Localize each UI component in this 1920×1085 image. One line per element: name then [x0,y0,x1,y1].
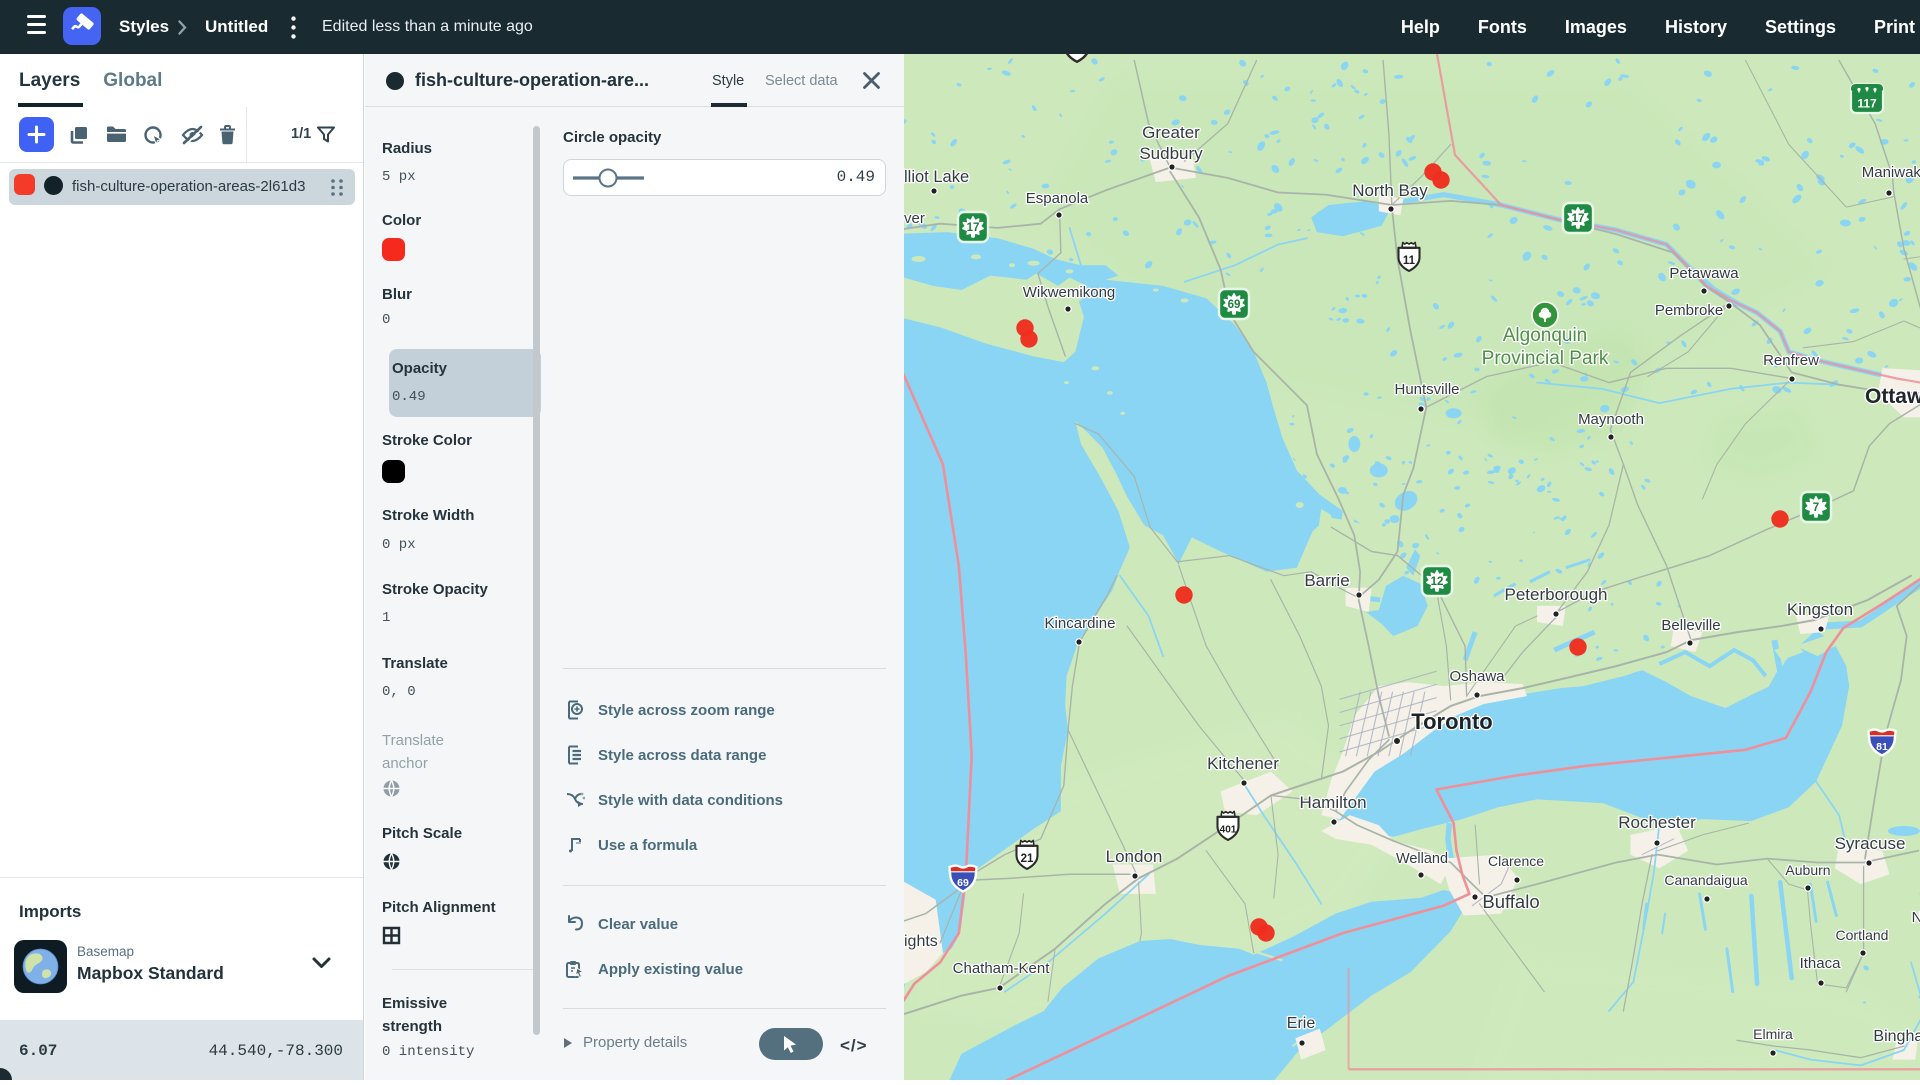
svg-text:Pembroke: Pembroke [1655,302,1723,319]
svg-text:Belleville: Belleville [1661,617,1720,634]
svg-text:7: 7 [1813,502,1819,514]
svg-text:81: 81 [1876,741,1888,753]
svg-text:Maynooth: Maynooth [1578,411,1644,428]
svg-text:Peterborough: Peterborough [1504,585,1607,604]
svg-text:Sudbury: Sudbury [1139,144,1203,163]
svg-text:Rochester: Rochester [1618,813,1696,832]
svg-text:Ithaca: Ithaca [1800,955,1842,972]
svg-text:11: 11 [1403,255,1416,267]
svg-text:Kincardine: Kincardine [1045,615,1116,632]
svg-text:Wikwemikong: Wikwemikong [1023,284,1116,301]
svg-text:17: 17 [1572,213,1585,225]
svg-text:Canandaigua: Canandaigua [1664,872,1748,888]
svg-text:117: 117 [1857,97,1877,111]
svg-text:Bingham: Bingham [1873,1028,1920,1045]
svg-text:Welland: Welland [1396,851,1448,867]
svg-text:Clarence: Clarence [1488,853,1544,869]
svg-text:Algonquin: Algonquin [1503,325,1588,346]
svg-text:ights: ights [904,933,938,950]
svg-text:Ottawa: Ottawa [1865,385,1920,408]
svg-text:Huntsville: Huntsville [1394,381,1459,398]
svg-text:Renfrew: Renfrew [1763,352,1819,369]
svg-text:12: 12 [1431,576,1444,588]
svg-text:Maniwaki: Maniwaki [1862,164,1920,181]
svg-text:Espanola: Espanola [1026,190,1089,207]
svg-text:Oshawa: Oshawa [1449,668,1505,685]
svg-text:N: N [1912,909,1920,926]
svg-text:Petawawa: Petawawa [1669,265,1739,282]
svg-text:Provincial Park: Provincial Park [1482,348,1609,369]
svg-text:Barrie: Barrie [1304,571,1349,590]
svg-text:Erie: Erie [1287,1015,1316,1032]
svg-text:Auburn: Auburn [1785,862,1830,878]
svg-text:Hamilton: Hamilton [1299,793,1366,812]
svg-text:lliot Lake: lliot Lake [904,168,969,186]
svg-text:ver: ver [904,210,925,227]
svg-text:21: 21 [1021,853,1034,865]
svg-text:401: 401 [1220,825,1237,836]
svg-text:Chatham-Kent: Chatham-Kent [953,960,1051,977]
svg-text:Cortland: Cortland [1836,927,1889,943]
svg-text:Elmira: Elmira [1753,1026,1793,1042]
svg-text:69: 69 [1228,299,1241,311]
svg-text:Buffalo: Buffalo [1482,891,1539,912]
svg-text:Toronto: Toronto [1411,709,1492,734]
svg-text:London: London [1106,847,1163,866]
svg-text:Greater: Greater [1142,123,1200,142]
svg-text:Kingston: Kingston [1787,600,1853,619]
svg-text:North Bay: North Bay [1352,181,1428,200]
svg-text:Kitchener: Kitchener [1207,754,1279,773]
svg-text:Syracuse: Syracuse [1835,834,1906,853]
svg-text:17: 17 [967,222,980,234]
svg-text:69: 69 [957,877,969,889]
